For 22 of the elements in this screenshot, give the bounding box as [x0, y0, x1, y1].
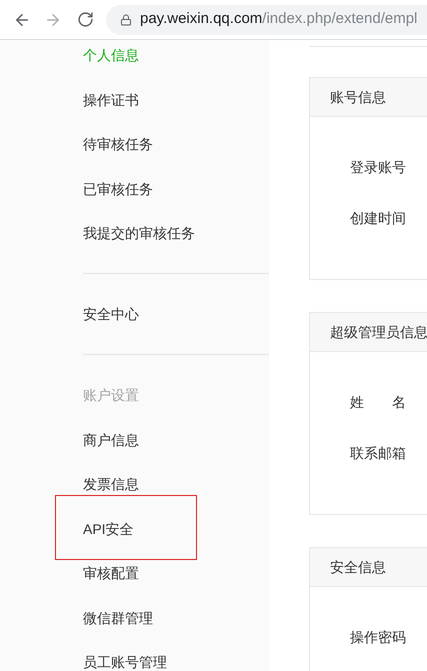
reload-icon[interactable] [77, 11, 94, 28]
sidebar-item[interactable]: 审核配置 [83, 558, 139, 588]
sidebar-item[interactable]: 我提交的审核任务 [83, 218, 195, 248]
field-label: 姓 名 [350, 393, 406, 412]
sidebar-item[interactable]: 商户信息 [83, 424, 139, 454]
sidebar-item[interactable]: 发票信息 [83, 469, 139, 499]
sidebar-heading: 账户设置 [83, 386, 139, 405]
field-label: 联系邮箱 [350, 444, 406, 463]
sidebar-item[interactable]: 已审核任务 [83, 174, 153, 204]
card-title: 账号信息 [330, 88, 386, 106]
sidebar-item[interactable]: 安全中心 [83, 299, 139, 329]
sidebar-item[interactable]: API安全 [83, 514, 134, 544]
lock-icon [120, 14, 132, 26]
card-title: 安全信息 [330, 558, 386, 576]
field-label: 登录账号 [350, 158, 406, 177]
sidebar-item[interactable]: 微信群管理 [83, 602, 153, 632]
sidebar-item[interactable]: 操作证书 [83, 84, 139, 114]
sidebar-item[interactable]: 员工账号管理 [83, 647, 167, 671]
field-label: 操作密码 [350, 628, 406, 647]
address-bar[interactable]: pay.weixin.qq.com/index.php/extend/empl [106, 4, 427, 34]
field-label: 创建时间 [350, 209, 406, 228]
sidebar-item[interactable]: 待审核任务 [83, 129, 153, 159]
